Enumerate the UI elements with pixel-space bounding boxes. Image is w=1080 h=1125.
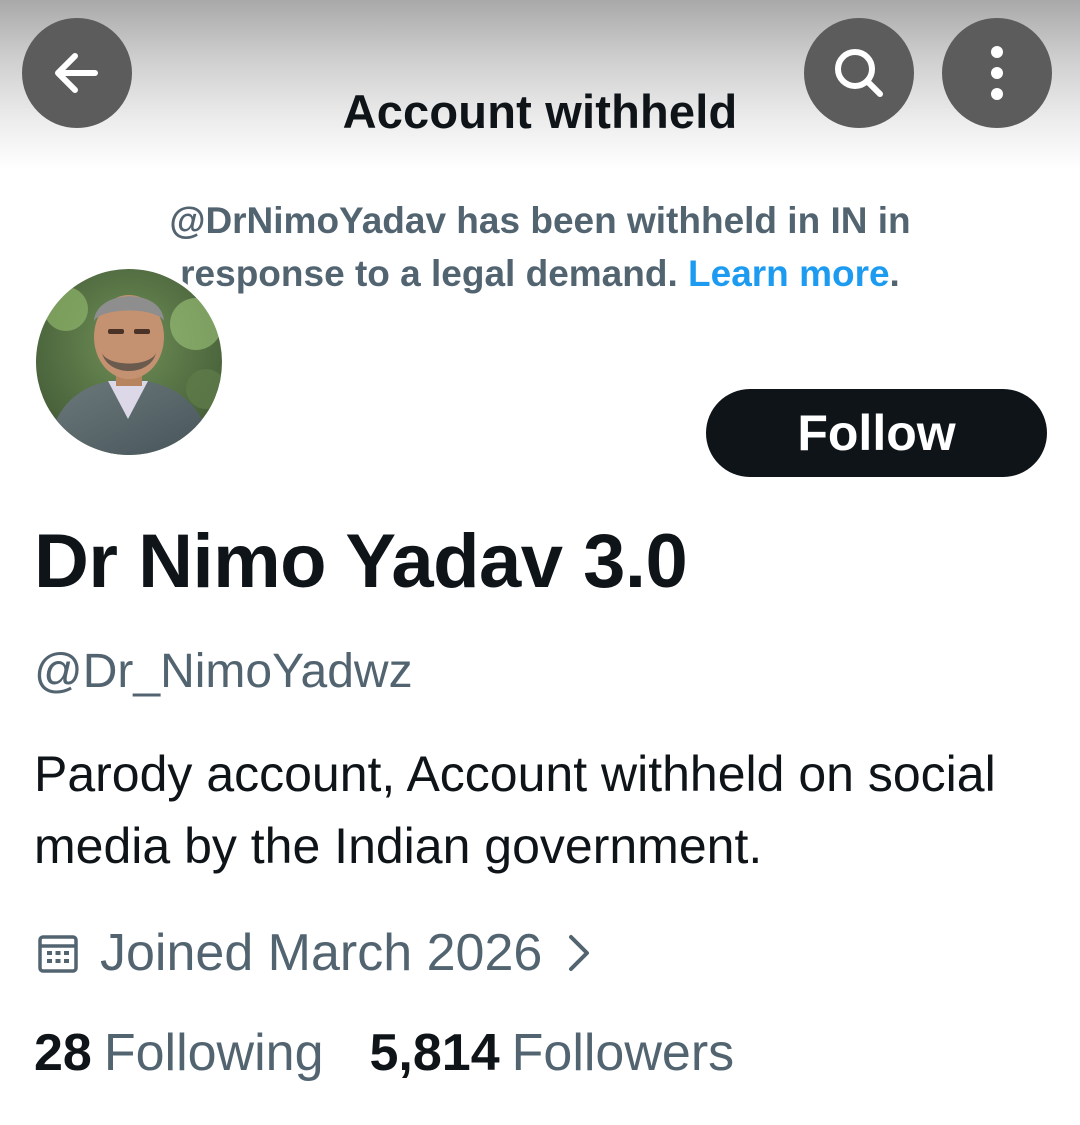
search-button[interactable] xyxy=(804,18,914,128)
more-options-button[interactable] xyxy=(942,18,1052,128)
follow-stats: 28 Following 5,814 Followers xyxy=(34,1018,734,1088)
learn-more-link[interactable]: Learn more xyxy=(688,253,890,294)
search-icon xyxy=(835,49,883,97)
joined-date: Joined March 2026 xyxy=(100,924,543,982)
following-label: Following xyxy=(103,1024,324,1082)
followers-count: 5,814 xyxy=(369,1024,500,1082)
followers-label: Followers xyxy=(511,1024,735,1082)
joined-date-row[interactable]: Joined March 2026 xyxy=(36,918,592,988)
withheld-notice: @DrNimoYadav has been withheld in IN in … xyxy=(90,194,990,300)
more-vertical-icon xyxy=(991,46,1003,100)
chevron-right-icon xyxy=(566,931,592,975)
display-name: Dr Nimo Yadav 3.0 xyxy=(34,519,688,604)
following-count: 28 xyxy=(34,1024,92,1082)
avatar-photo xyxy=(36,269,222,455)
notice-period: . xyxy=(889,253,900,294)
profile-screen: Account withheld @DrNimoYadav has been w… xyxy=(0,0,1080,1125)
following-stat[interactable]: 28 Following xyxy=(34,1023,324,1083)
profile-bio: Parody account, Account withheld on soci… xyxy=(34,746,996,874)
followers-stat[interactable]: 5,814 Followers xyxy=(370,1023,735,1083)
page-title: Account withheld xyxy=(342,85,738,138)
follow-button[interactable]: Follow xyxy=(706,389,1047,477)
avatar[interactable] xyxy=(32,265,226,459)
username-handle: @Dr_NimoYadwz xyxy=(34,645,413,698)
calendar-icon xyxy=(38,935,78,973)
